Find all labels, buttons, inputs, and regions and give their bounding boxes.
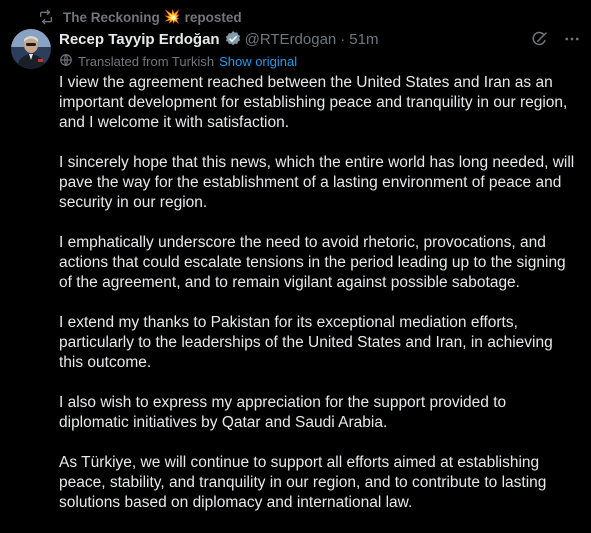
repost-label: reposted (184, 9, 242, 25)
translated-label: Translated from Turkish (78, 53, 215, 69)
post-paragraph: As Türkiye, we will continue to support … (59, 454, 547, 511)
author-name[interactable]: Recep Tayyip Erdoğan (59, 31, 220, 48)
author-handle[interactable]: @RTErdogan (245, 31, 337, 48)
post-timestamp[interactable]: 51m (349, 31, 378, 48)
post-paragraph: I extend my thanks to Pakistan for its e… (59, 314, 553, 371)
post-header: Recep Tayyip Erdoğan @RTErdogan · 51m (59, 29, 581, 49)
post-paragraph: I also wish to express my appreciation f… (59, 394, 507, 431)
translation-notice: Translated from Turkish Show original (59, 53, 297, 69)
grok-icon[interactable] (531, 30, 549, 48)
more-icon[interactable] (563, 30, 581, 48)
show-original-link[interactable]: Show original (219, 54, 297, 69)
verified-badge-icon (224, 30, 242, 48)
post-paragraph: I view the agreement reached between the… (59, 74, 568, 131)
post[interactable]: The Reckoning 💥 reposted Recep Tayyip Er… (0, 0, 591, 520)
separator-dot: · (340, 30, 346, 48)
post-paragraph: I emphatically underscore the need to av… (59, 234, 566, 291)
repost-user-link[interactable]: The Reckoning (63, 10, 160, 25)
repost-icon (38, 9, 54, 25)
repost-emoji: 💥 (163, 9, 181, 24)
avatar[interactable] (11, 29, 51, 69)
post-body: I view the agreement reached between the… (59, 73, 579, 533)
repost-indicator: The Reckoning 💥 reposted (38, 7, 242, 27)
globe-icon (59, 53, 73, 70)
post-paragraph: I sincerely hope that this news, which t… (59, 154, 575, 211)
